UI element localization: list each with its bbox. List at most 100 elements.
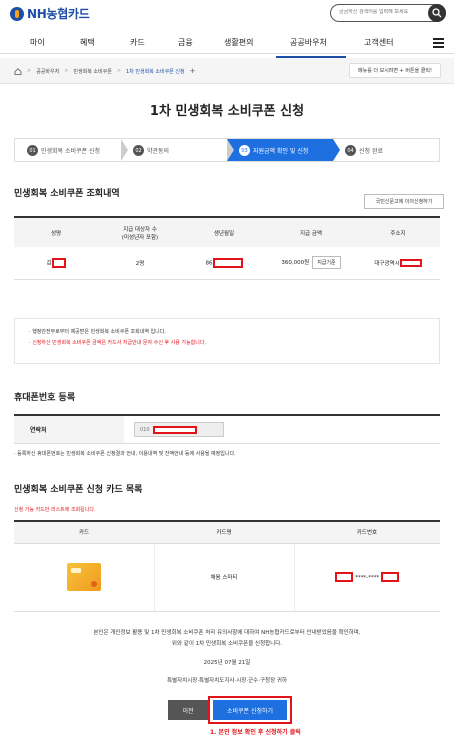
nh-logo-icon: [10, 6, 24, 21]
notice-box: 행정안전부로부터 제공받은 민생회복 소비쿠폰 조회내역 입니다. 신청하신 민…: [14, 318, 440, 364]
breadcrumb-item[interactable]: 공공바우처: [36, 68, 59, 75]
redaction-box: [152, 425, 197, 434]
nav-item-card[interactable]: 카드: [130, 37, 145, 48]
hamburger-menu-icon[interactable]: [433, 38, 444, 48]
redaction-box: [51, 257, 66, 268]
agreement-line: 본인은 개인정보 활용 및 1차 민생회복 소비쿠폰 처리 유의사항에 대하여 …: [93, 630, 361, 636]
main-nav: 마이 혜택 카드 금융 생활편의 공공바우처 고객센터: [0, 30, 454, 54]
agreement-text: 본인은 개인정보 활용 및 1차 민생회복 소비쿠폰 처리 유의사항에 대하여 …: [0, 628, 454, 650]
breadcrumb-item[interactable]: 민생회복 소비쿠폰: [73, 68, 111, 75]
step-label: 신청 완료: [359, 147, 383, 155]
nav-item-life[interactable]: 생활편의: [224, 37, 253, 48]
phone-field[interactable]: 010: [134, 422, 224, 437]
step-arrow-icon: [333, 139, 340, 161]
nav-item-benefit[interactable]: 혜택: [80, 37, 95, 48]
phone-row: 연락처 010: [14, 414, 440, 444]
apply-button-highlight: 소비쿠폰 신청하기: [208, 696, 292, 724]
nav-item-voucher[interactable]: 공공바우처: [290, 37, 327, 48]
step-label: 약관동의: [147, 147, 170, 155]
prev-button[interactable]: 이전: [168, 700, 208, 720]
step-arrow-icon: [121, 139, 128, 161]
step-number: 03: [239, 145, 250, 156]
redaction-box: [212, 257, 243, 268]
card-number-mask: ****-****: [355, 574, 380, 581]
step-indicator: 01 민생회복 소비쿠폰 신청 02 약관동의 03 지원금액 확인 및 신청 …: [14, 138, 440, 162]
nav-item-support[interactable]: 고객센터: [364, 37, 393, 48]
col-header: 성명: [14, 216, 98, 247]
logo[interactable]: NH농협카드: [10, 5, 90, 22]
cell-address: 대구광역시: [356, 247, 440, 280]
step-4: 04 신청 완료: [333, 139, 439, 161]
cell-card-image: [14, 543, 154, 612]
table-header-row: 카드 카드명 카드번호: [14, 520, 440, 544]
step-label: 지원금액 확인 및 신청: [253, 147, 309, 155]
lookup-title: 민생회복 소비쿠폰 조회내역: [14, 189, 120, 199]
home-icon[interactable]: [14, 67, 22, 75]
col-header: 생년월일: [182, 216, 266, 247]
menu-tip: 메뉴를 더 보시려면 + 버튼을 클릭!: [349, 63, 441, 78]
appeal-button[interactable]: 국민신문고에 이의신청하기: [364, 194, 444, 209]
redaction-box: [381, 572, 400, 582]
nav-item-finance[interactable]: 금융: [178, 37, 193, 48]
cell-count: 2명: [98, 247, 182, 280]
step-number: 01: [27, 145, 38, 156]
phone-note: · 등록하신 휴대폰번호는 민생회복 소비쿠폰 신청결과 안내, 이용내역 및 …: [14, 451, 236, 457]
breadcrumb-separator: >: [27, 68, 32, 74]
notice-item: 행정안전부로부터 제공받은 민생회복 소비쿠폰 조회내역 입니다.: [29, 327, 425, 338]
notice-item: 신청하신 민생회복 소비쿠폰 금액은 카드사 지급안내 문자 수신 후 사용 가…: [29, 338, 425, 349]
card-table: 카드 카드명 카드번호 채움 스마티 ****-****: [14, 520, 440, 612]
step-arrow-icon: [227, 139, 234, 161]
search-icon: [432, 8, 442, 18]
step-number: 02: [133, 145, 144, 156]
amount-text: 360,000원: [281, 260, 310, 267]
table-row[interactable]: 채움 스마티 ****-****: [14, 543, 440, 612]
redaction-box: [399, 259, 422, 267]
nav-item-my[interactable]: 마이: [30, 37, 45, 48]
payment-criteria-button[interactable]: 지급기준: [312, 256, 341, 270]
address-text: 대구광역시: [374, 260, 400, 267]
phone-prefix: 010: [140, 426, 150, 433]
cell-card-name: 채움 스마티: [153, 543, 294, 612]
cell-card-number: ****-****: [293, 543, 440, 612]
agreement-recipient: 특별자치시장·특별자치도지사·시장·군수·구청장 귀하: [166, 678, 288, 684]
agreement-line: 위와 같이 1차 민생회복 소비쿠폰을 신청합니다.: [171, 641, 283, 647]
search-box: [330, 4, 446, 22]
birth-text: 86: [205, 260, 213, 267]
card-image: [66, 563, 101, 591]
col-header: 카드: [14, 520, 154, 544]
plus-icon[interactable]: +: [190, 67, 196, 75]
logo-text: NH농협카드: [27, 7, 90, 21]
col-header: 주소지: [356, 216, 440, 247]
col-header: 지급 금액: [266, 216, 356, 247]
col-header: 카드명: [154, 520, 294, 544]
apply-button[interactable]: 소비쿠폰 신청하기: [213, 700, 287, 720]
breadcrumb-current: 1차 민생회복 소비쿠폰 신청: [126, 68, 185, 75]
redaction-box: [335, 572, 354, 582]
search-input[interactable]: [339, 9, 425, 15]
col-header: 지급 대상자 수 (미성년자 포함): [98, 216, 182, 247]
lookup-table: 성명 지급 대상자 수 (미성년자 포함) 생년월일 지급 금액 주소지 김 2…: [14, 216, 440, 280]
page-title: 1차 민생회복 소비쿠폰 신청: [149, 104, 305, 119]
step-number: 04: [345, 145, 356, 156]
col-header: 카드번호: [294, 520, 440, 544]
breadcrumb: > 공공바우처 > 민생회복 소비쿠폰 > 1차 민생회복 소비쿠폰 신청 +: [14, 67, 195, 75]
step-1: 01 민생회복 소비쿠폰 신청: [15, 139, 128, 161]
step-label: 민생회복 소비쿠폰 신청: [41, 147, 101, 155]
step-2: 02 약관동의: [121, 139, 234, 161]
top-bar: NH농협카드: [0, 0, 454, 28]
table-row: 김 2명 86 360,000원 지급기준 대구광역시: [14, 247, 440, 280]
phone-title: 휴대폰번호 등록: [14, 393, 76, 403]
cell-name: 김: [14, 247, 98, 280]
phone-label: 연락처: [14, 416, 124, 443]
step-3: 03 지원금액 확인 및 신청: [227, 139, 340, 161]
cards-note: 신청 가능 카드만 리스트에 조회됩니다.: [14, 507, 96, 513]
agreement-date: 2025년 07월 21일: [203, 660, 251, 666]
cards-title: 민생회복 소비쿠폰 신청 카드 목록: [14, 485, 143, 495]
breadcrumb-separator: >: [64, 68, 69, 74]
breadcrumb-separator: >: [116, 68, 122, 74]
cell-birth: 86: [182, 247, 266, 280]
cell-amount: 360,000원 지급기준: [266, 247, 356, 280]
search-button[interactable]: [428, 4, 446, 22]
table-header-row: 성명 지급 대상자 수 (미성년자 포함) 생년월일 지급 금액 주소지: [14, 216, 440, 247]
annotation-text: 1. 본인 정보 확인 후 신청하기 클릭: [210, 729, 301, 736]
